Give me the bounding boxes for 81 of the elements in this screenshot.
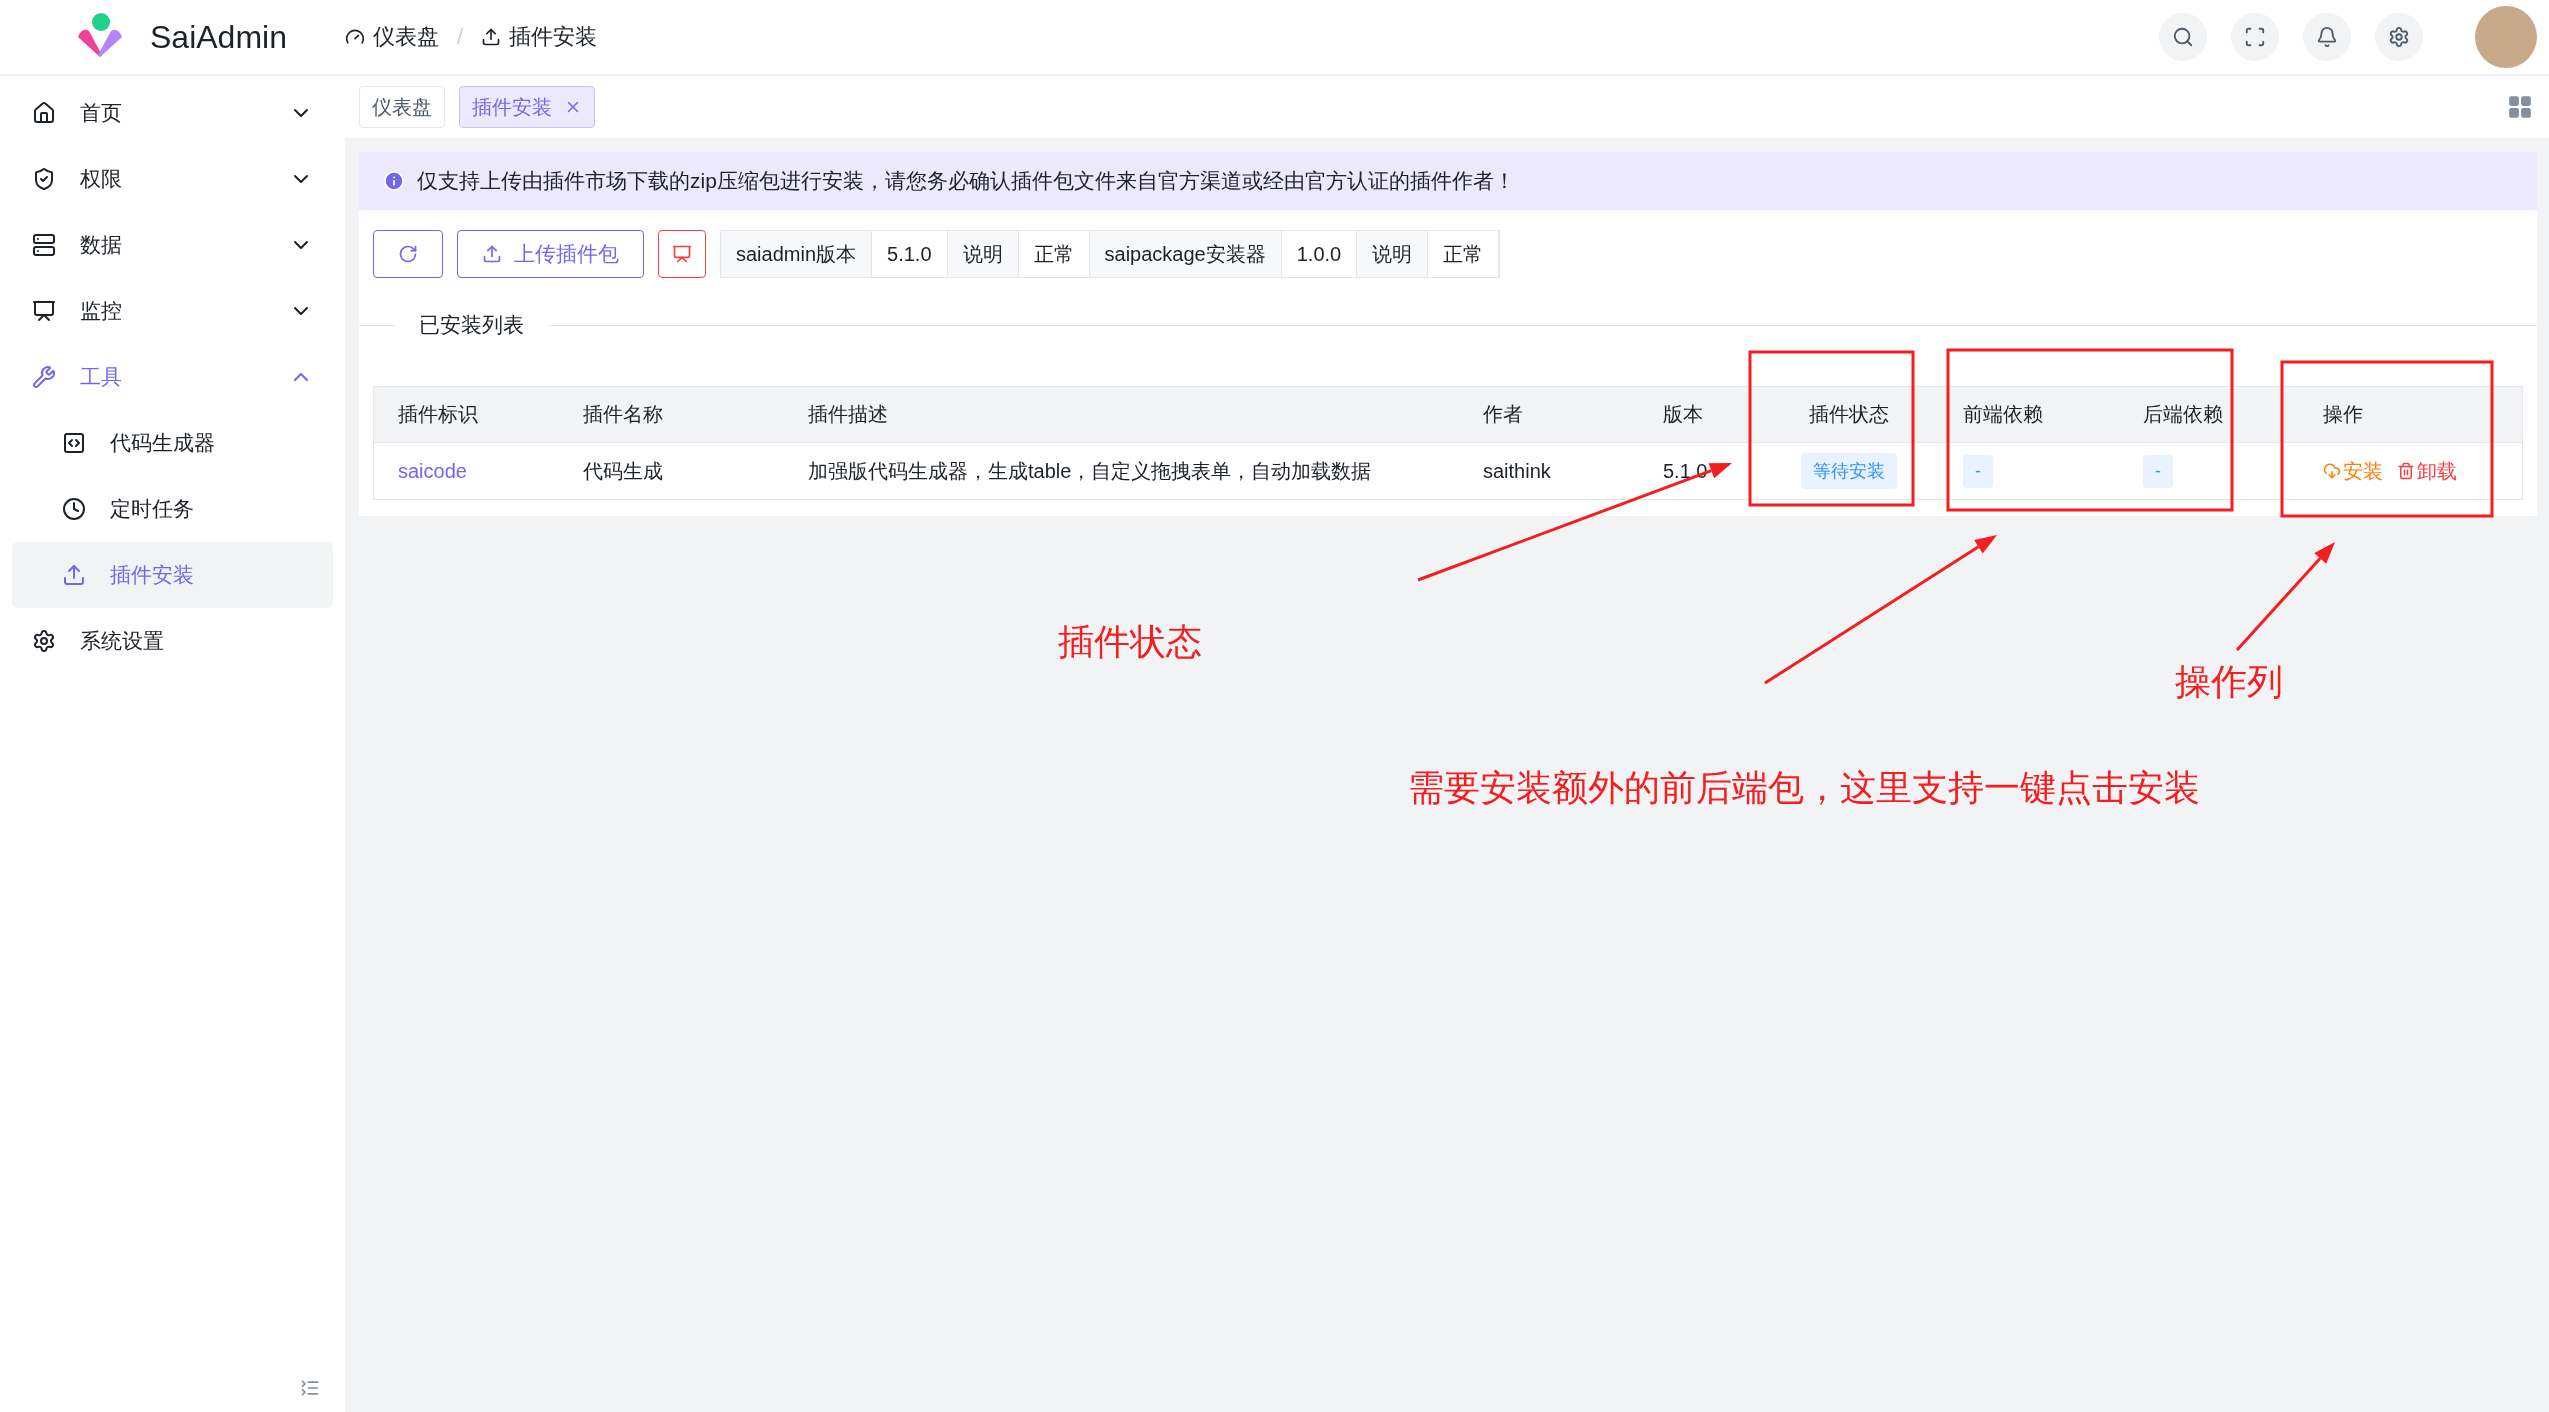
settings-button[interactable] [2375, 13, 2423, 61]
fullscreen-icon [2244, 26, 2266, 48]
dependency-tag: - [2143, 454, 2173, 488]
clock-icon [62, 497, 86, 521]
info-icon [383, 170, 405, 192]
cloud-download-icon [2323, 462, 2341, 480]
sidebar-item[interactable]: 插件安装 [12, 542, 333, 608]
description-label: 说明 [1357, 231, 1429, 277]
shield-icon [32, 167, 56, 191]
sidebar-item[interactable]: 数据 [12, 212, 333, 278]
collapse-icon [300, 1378, 320, 1398]
upload-icon [482, 244, 502, 264]
sidebar-item[interactable]: 工具 [12, 344, 333, 410]
refresh-button[interactable] [373, 230, 443, 278]
monitor-icon [32, 299, 56, 323]
column-header: 前端依赖 [1939, 387, 2119, 443]
column-header: 插件标识 [374, 387, 559, 443]
app-name: SaiAdmin [150, 18, 287, 56]
breadcrumb-separator: / [457, 24, 464, 50]
dependency-tag: - [1963, 454, 1993, 488]
search-button[interactable] [2159, 13, 2207, 61]
table-cell-text: saithink [1482, 458, 1552, 484]
code-icon [62, 431, 86, 455]
annotation-text: 插件状态 [1058, 620, 1202, 664]
notifications-button[interactable] [2303, 13, 2351, 61]
sidebar-item[interactable]: 系统设置 [12, 608, 333, 674]
column-header: 插件描述 [784, 387, 1459, 443]
menu-label: 监控 [80, 298, 123, 324]
refresh-icon [398, 244, 418, 264]
annotation-text: 需要安装额外的前后端包，这里支持一键点击安装 [1408, 766, 2200, 810]
fullscreen-button[interactable] [2231, 13, 2279, 61]
upload-icon [62, 563, 86, 587]
tab[interactable]: 仪表盘 [359, 86, 445, 128]
menu-label: 工具 [80, 364, 123, 390]
tab[interactable]: 插件安装 [459, 86, 595, 128]
menu-label: 代码生成器 [110, 430, 216, 456]
bell-icon [2316, 26, 2338, 48]
wrench-icon [32, 365, 56, 389]
sidebar-item[interactable]: 代码生成器 [12, 410, 333, 476]
monitor-button[interactable] [658, 230, 706, 278]
column-header: 插件状态 [1759, 387, 1939, 443]
breadcrumb-item[interactable]: 仪表盘 [373, 22, 439, 52]
breadcrumb-item[interactable]: 插件安装 [509, 22, 598, 52]
menu-label: 定时任务 [110, 496, 195, 522]
status-tag: 等待安装 [1801, 453, 1897, 489]
sidebar-item[interactable]: 监控 [12, 278, 333, 344]
settings-icon [2388, 26, 2410, 48]
column-header: 操作 [2299, 387, 2522, 443]
version-label: saiadmin版本 [721, 231, 873, 277]
grid-icon[interactable] [2507, 94, 2533, 120]
column-header: 后端依赖 [2119, 387, 2299, 443]
search-icon [2172, 26, 2194, 48]
menu-label: 首页 [80, 100, 123, 126]
menu-label: 系统设置 [80, 628, 165, 654]
upload-button[interactable]: 上传插件包 [457, 230, 644, 278]
gauge-icon [345, 27, 365, 47]
collapse-sidebar-button[interactable] [300, 1378, 320, 1398]
column-header: 版本 [1639, 387, 1759, 443]
sidebar-item[interactable]: 首页 [12, 80, 333, 146]
monitor-icon [672, 244, 692, 264]
plugin-key-link[interactable]: saicode [398, 459, 467, 483]
upload-icon [481, 27, 502, 47]
table-cell-text: 代码生成 [582, 458, 664, 484]
section-title: 已安装列表 [418, 312, 525, 338]
home-icon [32, 101, 56, 125]
menu-label: 插件安装 [110, 562, 195, 588]
trash-icon [2397, 462, 2415, 480]
sidebar-item[interactable]: 权限 [12, 146, 333, 212]
settings-icon [32, 629, 56, 653]
description-label: 说明 [947, 231, 1019, 277]
uninstall-link[interactable]: 卸载 [2397, 457, 2457, 485]
menu-label: 数据 [80, 232, 123, 258]
alert-text: 仅支持上传由插件市场下载的zip压缩包进行安装，请您务必确认插件包文件来自官方渠道或经由官方认证的插件作者！ [417, 168, 1515, 194]
version-label: saipackage安装器 [1089, 231, 1282, 277]
menu-label: 权限 [80, 166, 123, 192]
column-header: 插件名称 [559, 387, 784, 443]
table-cell-text: 加强版代码生成器，生成table，自定义拖拽表单，自动加载数据 [807, 458, 1373, 484]
column-header: 作者 [1459, 387, 1639, 443]
server-icon [32, 233, 56, 257]
annotation-text: 操作列 [2175, 660, 2283, 704]
sidebar-item[interactable]: 定时任务 [12, 476, 333, 542]
